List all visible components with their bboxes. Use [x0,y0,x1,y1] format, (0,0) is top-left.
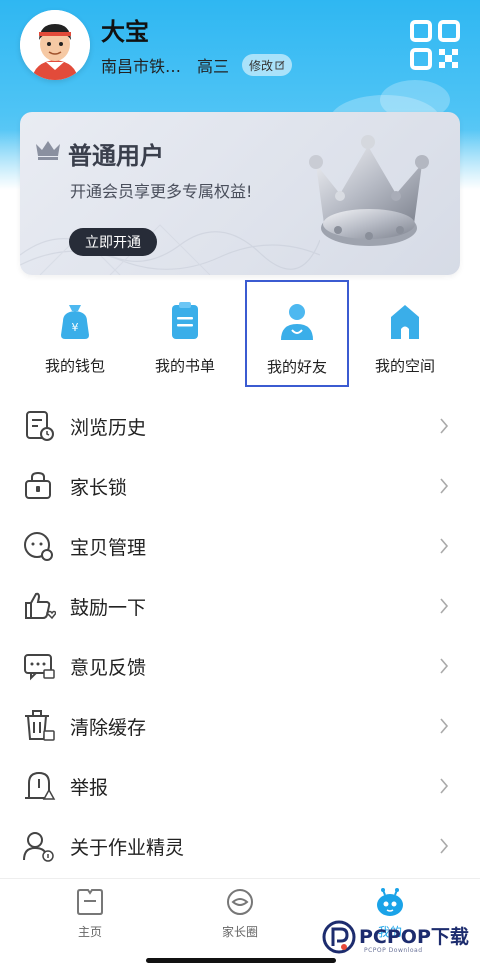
chevron-right-icon [440,658,449,674]
tab-label: 家长圈 [221,925,258,939]
menu-item-label: 鼓励一下 [70,596,147,619]
menu-item-encourage[interactable]: 鼓励一下 [0,576,480,636]
crown-3d-icon [309,135,429,246]
avatar-icon [20,10,90,80]
chevron-right-icon [440,478,449,494]
menu-item-label: 举报 [70,776,109,799]
chevron-right-icon [440,838,449,854]
qr-code-button[interactable] [408,18,462,72]
settings-menu: 浏览历史 家长锁 宝贝管理 鼓励一下 意见反馈 清除缓存 举报 关于作业精灵 [0,396,480,876]
edit-profile-button[interactable]: 修改 [242,54,292,76]
home-icon [77,889,103,915]
chevron-right-icon [440,598,449,614]
thumbs-up-icon [25,592,56,620]
quick-actions: ¥ 我的钱包 我的书单 我的好友 我的空间 [0,280,480,395]
edit-icon [275,60,285,70]
chevron-right-icon [440,418,449,434]
menu-item-feedback[interactable]: 意见反馈 [0,636,480,696]
friend-icon [281,304,313,340]
tab-parent-circle[interactable]: 家长圈 [190,887,290,947]
about-icon [23,832,54,862]
tab-label: 主页 [77,925,102,939]
parent-lock-icon [25,471,51,499]
membership-title: 普通用户 [68,142,164,170]
menu-item-label: 关于作业精灵 [70,836,185,859]
quick-item-wallet[interactable]: ¥ 我的钱包 [20,285,130,390]
history-icon [26,411,54,441]
menu-item-parent-lock[interactable]: 家长锁 [0,456,480,516]
menu-item-label: 家长锁 [70,476,128,499]
quick-item-label: 我的书单 [154,357,215,375]
svg-text:¥: ¥ [72,321,79,334]
user-school: 南昌市铁… [101,57,182,76]
crown-icon [36,141,60,160]
menu-item-label: 意见反馈 [70,656,147,679]
avatar[interactable] [20,10,90,80]
watermark-text: PCPOP下载 [359,925,469,948]
quick-item-label: 我的空间 [374,357,435,375]
pcpop-logo-icon [322,920,356,954]
booklist-icon [172,302,198,339]
quick-item-booklist[interactable]: 我的书单 [130,285,240,390]
menu-item-clear-cache[interactable]: 清除缓存 [0,696,480,756]
mine-icon [377,888,403,916]
pcpop-watermark: PCPOP下载 PCPOP Download [322,915,472,959]
menu-item-child-manage[interactable]: 宝贝管理 [0,516,480,576]
membership-card[interactable]: 普通用户 开通会员享更多专属权益! 立即开通 [20,112,460,275]
menu-item-about[interactable]: 关于作业精灵 [0,816,480,876]
wallet-icon: ¥ [61,305,89,339]
space-icon [391,305,419,339]
tab-home[interactable]: 主页 [40,887,140,947]
card-pattern-icon [20,224,320,275]
quick-item-label: 我的好友 [266,358,327,376]
user-grade: 高三 [197,57,230,76]
home-indicator [146,958,336,963]
trash-icon [25,710,55,741]
report-icon [25,771,56,800]
membership-subtitle: 开通会员享更多专属权益! [70,182,253,201]
child-manage-icon [24,532,53,561]
chevron-right-icon [440,778,449,794]
chevron-right-icon [440,538,449,554]
parent-circle-icon [227,889,253,915]
user-name: 大宝 [101,18,149,46]
edit-label: 修改 [248,58,273,73]
quick-item-space[interactable]: 我的空间 [350,285,460,390]
menu-item-report[interactable]: 举报 [0,756,480,816]
quick-item-label: 我的钱包 [44,357,105,375]
menu-item-history[interactable]: 浏览历史 [0,396,480,456]
qr-code-icon [410,20,460,70]
quick-item-friends[interactable]: 我的好友 [245,280,349,387]
open-membership-button[interactable]: 立即开通 [69,228,157,256]
watermark-subtext: PCPOP Download [364,947,423,954]
menu-item-label: 宝贝管理 [70,536,147,559]
menu-item-label: 清除缓存 [70,716,147,739]
menu-item-label: 浏览历史 [70,416,147,439]
feedback-icon [24,654,55,681]
chevron-right-icon [440,718,449,734]
